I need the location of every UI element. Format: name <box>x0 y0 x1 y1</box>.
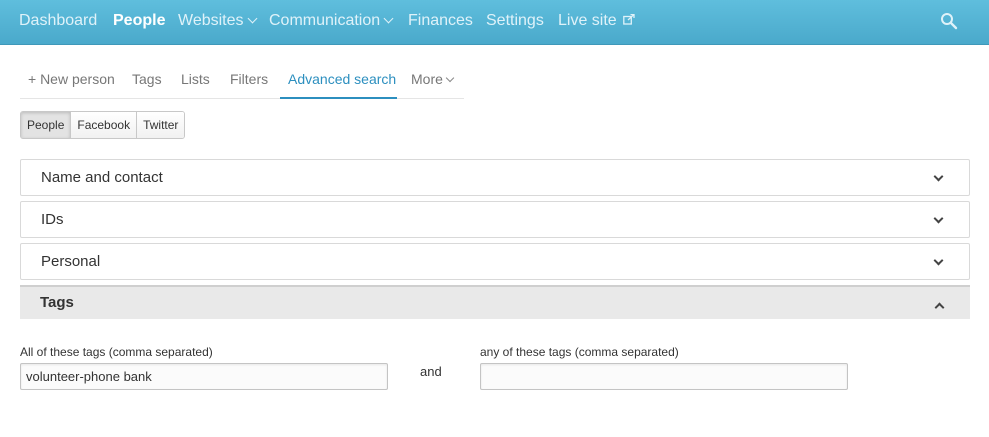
chevron-up-icon <box>934 302 945 313</box>
any-tags-input[interactable] <box>480 363 848 390</box>
nav-settings-label: Settings <box>486 12 544 29</box>
tab-tags[interactable]: Tags <box>132 61 162 99</box>
tab-advanced-search-label: Advanced search <box>288 71 397 87</box>
segment-twitter-button[interactable]: Twitter <box>136 112 185 138</box>
nav-finances-label: Finances <box>408 12 473 29</box>
accordion-ids[interactable]: IDs <box>20 201 970 238</box>
accordion-title: IDs <box>41 211 64 228</box>
tab-lists-label: Lists <box>181 71 210 87</box>
all-tags-label: All of these tags (comma separated) <box>20 345 213 359</box>
tab-lists[interactable]: Lists <box>181 61 210 99</box>
nav-communication[interactable]: Communication <box>269 0 394 42</box>
nav-live-site[interactable]: Live site <box>558 0 635 42</box>
accordion-title: Personal <box>41 253 101 270</box>
nav-websites-label: Websites <box>178 12 244 29</box>
tab-new-person-label: + New person <box>28 71 115 87</box>
nav-people[interactable]: People <box>113 0 165 42</box>
nav-communication-label: Communication <box>269 12 381 29</box>
accordion-tags[interactable]: Tags <box>20 285 970 319</box>
segment-facebook-button[interactable]: Facebook <box>70 112 137 138</box>
tab-more-label: More <box>411 71 443 87</box>
chevron-down-icon <box>933 171 944 182</box>
tab-more[interactable]: More <box>411 61 455 99</box>
tab-tags-label: Tags <box>132 71 162 87</box>
nav-dashboard[interactable]: Dashboard <box>19 0 97 42</box>
people-subnav: + New person Tags Lists Filters Advanced… <box>20 61 464 99</box>
chevron-down-icon <box>933 213 944 224</box>
nav-settings[interactable]: Settings <box>486 0 544 42</box>
any-tags-label: any of these tags (comma separated) <box>480 345 679 359</box>
nav-websites[interactable]: Websites <box>178 0 257 42</box>
nav-live-site-label: Live site <box>558 12 617 29</box>
accordion-title: Name and contact <box>41 169 163 186</box>
network-segmented-control: People Facebook Twitter <box>20 111 186 139</box>
accordion-title: Tags <box>40 294 74 311</box>
nav-finances[interactable]: Finances <box>408 0 473 42</box>
segment-people-button[interactable]: People <box>21 112 71 138</box>
external-link-icon <box>622 0 635 25</box>
accordion-personal[interactable]: Personal <box>20 243 970 280</box>
chevron-down-icon <box>247 13 257 24</box>
tab-advanced-search[interactable]: Advanced search <box>280 61 397 99</box>
top-navigation-bar: Dashboard People Websites Communication … <box>0 0 989 45</box>
all-tags-input[interactable] <box>20 363 388 390</box>
tab-new-person[interactable]: + New person <box>28 61 115 99</box>
chevron-down-icon <box>383 13 394 24</box>
chevron-down-icon <box>445 73 455 83</box>
chevron-down-icon <box>933 255 944 266</box>
nav-dashboard-label: Dashboard <box>19 12 98 29</box>
search-icon[interactable] <box>940 12 958 30</box>
tab-filters[interactable]: Filters <box>230 61 268 99</box>
accordion-name-and-contact[interactable]: Name and contact <box>20 159 970 196</box>
tab-filters-label: Filters <box>230 71 269 87</box>
and-connector-text: and <box>420 364 442 379</box>
nav-people-label: People <box>113 12 166 29</box>
